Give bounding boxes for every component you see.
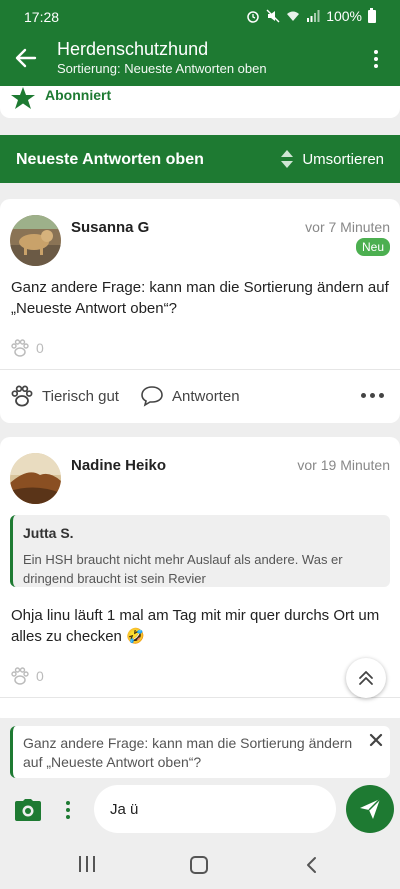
post-text: Ganz andere Frage: kann man die Sortieru… — [11, 279, 389, 317]
reply-label: Antworten — [172, 387, 240, 405]
more-actions-button[interactable] — [64, 798, 72, 822]
close-icon[interactable] — [368, 732, 384, 748]
avatar[interactable] — [10, 215, 61, 266]
battery-percent: 100% — [326, 8, 362, 24]
status-bar: 17:28 100% — [0, 0, 400, 34]
mute-icon — [266, 9, 280, 23]
page-title: Herdenschutzhund — [57, 39, 209, 59]
send-button[interactable] — [346, 785, 394, 833]
like-label: Tierisch gut — [42, 387, 119, 405]
post-timestamp: vor 7 Minuten — [305, 219, 390, 235]
scroll-to-top-button[interactable] — [346, 658, 386, 698]
recent-apps-button[interactable] — [79, 856, 95, 872]
status-icons: 100% — [246, 7, 376, 24]
paw-icon — [11, 667, 29, 685]
status-time: 17:28 — [24, 9, 60, 25]
overflow-menu-button[interactable] — [364, 44, 388, 74]
more-options-button[interactable] — [361, 393, 384, 398]
alarm-icon — [247, 11, 259, 23]
page-subtitle: Sortierung: Neueste Antworten oben — [57, 61, 267, 76]
battery-icon — [368, 7, 376, 23]
system-back-icon[interactable] — [302, 855, 322, 875]
camera-icon[interactable] — [14, 798, 42, 822]
post-author[interactable]: Susanna G — [71, 219, 149, 236]
subscribed-label[interactable]: Abonniert — [45, 87, 111, 103]
reaction-count-value: 0 — [36, 668, 44, 684]
divider — [0, 697, 400, 698]
quoted-post[interactable]: Jutta S. Ein HSH braucht nicht mehr Ausl… — [10, 515, 390, 587]
paw-icon — [11, 385, 33, 407]
double-chevron-up-icon — [359, 671, 373, 685]
avatar[interactable] — [10, 453, 61, 504]
signal-icon — [307, 10, 320, 22]
reaction-count: 0 — [10, 339, 44, 357]
post-actions: Tierisch gut Antworten — [0, 375, 400, 419]
post-card: Nadine Heiko vor 19 Minuten Jutta S. Ein… — [0, 437, 400, 727]
speech-bubble-icon — [141, 386, 163, 407]
sort-bar: Neueste Antworten oben Umsortieren — [0, 135, 400, 183]
like-button[interactable]: Tierisch gut — [10, 385, 119, 407]
back-button[interactable] — [10, 42, 42, 74]
quote-text: Ein HSH braucht nicht mehr Auslauf als a… — [23, 552, 343, 586]
divider — [0, 369, 400, 370]
sort-title: Neueste Antworten oben — [16, 151, 204, 168]
reaction-count-value: 0 — [36, 340, 44, 356]
app-bar: Herdenschutzhund Sortierung: Neueste Ant… — [0, 34, 400, 86]
new-badge: Neu — [355, 238, 390, 256]
reply-quote-text: Ganz andere Frage: kann man die Sortieru… — [23, 735, 353, 770]
star-icon[interactable] — [10, 86, 36, 110]
reply-quote-preview: Ganz andere Frage: kann man die Sortieru… — [10, 726, 390, 778]
paw-icon — [11, 339, 29, 357]
message-input[interactable] — [94, 785, 336, 833]
subscription-card: Abonniert — [0, 86, 400, 118]
post-timestamp: vor 19 Minuten — [297, 457, 390, 473]
system-navigation-bar — [0, 843, 400, 889]
resort-label: Umsortieren — [302, 150, 384, 168]
post-text: Ohja linu läuft 1 mal am Tag mit mir que… — [11, 607, 380, 645]
post-card: Susanna G vor 7 Minuten Neu Ganz andere … — [0, 199, 400, 423]
post-author[interactable]: Nadine Heiko — [71, 457, 166, 474]
reply-button[interactable]: Antworten — [140, 385, 240, 407]
resort-button[interactable]: Umsortieren — [280, 149, 384, 169]
reaction-count: 0 — [10, 667, 44, 685]
sort-icon — [281, 150, 294, 168]
wifi-icon — [287, 11, 300, 21]
reply-composer: Ganz andere Frage: kann man die Sortieru… — [0, 718, 400, 843]
home-button[interactable] — [190, 856, 208, 874]
arrow-left-icon — [15, 48, 37, 68]
quote-author: Jutta S. — [23, 525, 74, 541]
send-icon — [360, 798, 381, 819]
